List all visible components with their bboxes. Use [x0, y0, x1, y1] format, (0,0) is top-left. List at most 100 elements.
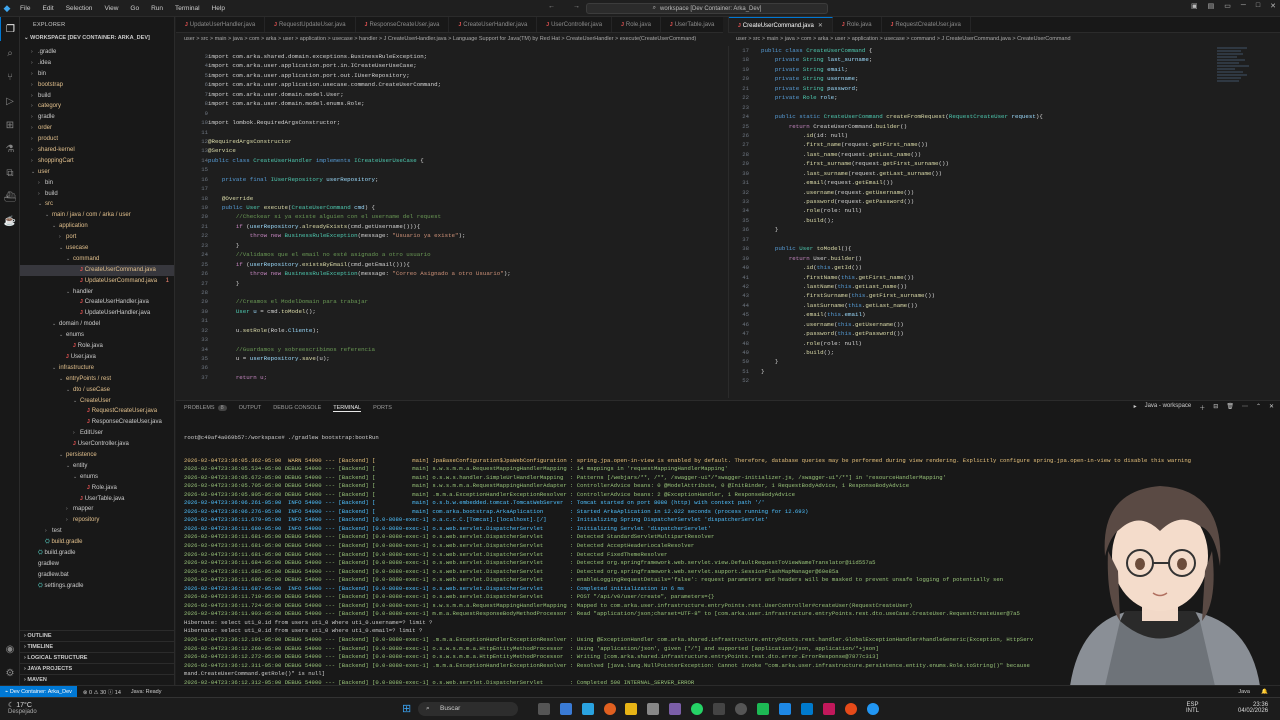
file-tree-item[interactable]: ⌄ application	[20, 221, 174, 232]
whatsapp-icon[interactable]	[691, 703, 703, 715]
left-editor[interactable]: 3 4 5 6 7 8 9 10 11 12 13 14 15 16 17 18 19 20 21 22 23 24 25 2…	[176, 46, 723, 398]
file-tree-item[interactable]: gradlew.bat	[20, 570, 174, 581]
file-tree-item[interactable]: ⌄ enums	[20, 330, 174, 341]
file-tree-item[interactable]: ⌄ dto / useCase	[20, 385, 174, 396]
close-tab-icon[interactable]: ✕	[818, 23, 823, 29]
weather-widget[interactable]: ☾ 17°C Despejado	[8, 701, 37, 715]
file-tree-item[interactable]: ⌄ usecase	[20, 243, 174, 254]
file-tree-item[interactable]: J ResponseCreateUser.java	[20, 417, 174, 428]
sidebar-section-header[interactable]: › OUTLINE	[20, 630, 174, 641]
editor-tab[interactable]: J UserController.java	[537, 17, 613, 32]
sidebar-section-header[interactable]: › JAVA PROJECTS	[20, 663, 174, 674]
menu-item-edit[interactable]: Edit	[36, 5, 59, 12]
file-tree-item[interactable]: ⌄ persistence	[20, 450, 174, 461]
sidebar-section-header[interactable]: › LOGICAL STRUCTURE	[20, 652, 174, 663]
run-debug-icon[interactable]: ▷	[0, 89, 20, 113]
sidebar-toggle-icon[interactable]: ▤	[1208, 2, 1215, 10]
more-actions-icon[interactable]: ⋯	[1242, 403, 1248, 412]
editor-tab[interactable]: J Role.java	[612, 17, 661, 32]
maximize-button[interactable]: □	[1256, 2, 1260, 10]
extensions-icon[interactable]: ⊞	[0, 113, 20, 137]
sidebar-section-header[interactable]: › MAVEN	[20, 674, 174, 685]
menu-item-selection[interactable]: Selection	[60, 5, 99, 12]
editor-tab[interactable]: J CreateUserCommand.java ✕	[729, 17, 833, 32]
menu-item-file[interactable]: File	[14, 5, 36, 12]
taskbar-search[interactable]: ⌕ Buscar	[418, 702, 518, 716]
file-tree-item[interactable]: J UpdateUserCommand.java 1	[20, 276, 174, 287]
file-tree-item[interactable]: ⌄ handler	[20, 287, 174, 298]
windows-start-icon[interactable]: ⊞	[402, 703, 414, 715]
file-tree-item[interactable]: J Role.java	[20, 483, 174, 494]
split-terminal-icon[interactable]: ⊟	[1213, 403, 1218, 412]
file-tree-item[interactable]: J UserTable.java	[20, 494, 174, 505]
file-tree-item[interactable]: J RequestCreateUser.java	[20, 406, 174, 417]
app-icon-1[interactable]	[560, 703, 572, 715]
store-icon[interactable]	[647, 703, 659, 715]
file-tree-item[interactable]: › gradle	[20, 112, 174, 123]
testing-icon[interactable]: ⚗	[0, 137, 20, 161]
file-tree-item[interactable]: › bin	[20, 69, 174, 80]
file-tree-item[interactable]: › order	[20, 123, 174, 134]
firefox-icon[interactable]	[604, 703, 616, 715]
file-tree-item[interactable]: ⛭ settings.gradle	[20, 581, 174, 592]
file-tree-item[interactable]: › .gradle	[20, 47, 174, 58]
close-panel-icon[interactable]: ✕	[1269, 403, 1274, 412]
terminal-app-icon[interactable]	[713, 703, 725, 715]
right-editor[interactable]: 17 18 19 20 21 22 23 24 25 26 27 28 29 30 31 32 33 34 35 36…	[728, 46, 1280, 398]
edge-icon[interactable]	[582, 703, 594, 715]
menu-item-view[interactable]: View	[98, 5, 124, 12]
editor-tab[interactable]: J UserTable.java	[661, 17, 723, 32]
java-status[interactable]: Java: Ready	[131, 689, 162, 695]
remote-explorer-icon[interactable]: ⧉	[0, 161, 20, 185]
explorer-icon[interactable]: ❐	[0, 17, 20, 41]
panel-tab-debug-console[interactable]: DEBUG CONSOLE	[273, 405, 321, 411]
remote-indicator[interactable]: ⌁ Dev Container: Arka_Dev	[0, 685, 77, 698]
file-tree-item[interactable]: ⌄ main / java / com / arka / user	[20, 210, 174, 221]
menu-item-help[interactable]: Help	[206, 5, 231, 12]
file-tree-item[interactable]: J CreateUserCommand.java	[20, 264, 174, 276]
file-tree-item[interactable]: ⌄ enums	[20, 472, 174, 483]
source-control-icon[interactable]: ⑂	[0, 65, 20, 89]
notifications-icon[interactable]: 🔔	[1261, 689, 1268, 695]
file-tree-item[interactable]: › bootstrap	[20, 80, 174, 91]
language-mode[interactable]: Java	[1238, 689, 1250, 695]
panel-tab-output[interactable]: OUTPUT	[239, 405, 262, 411]
workspace-header[interactable]: ⌄ WORKSPACE [DEV CONTAINER: ARKA_DEV]	[20, 33, 174, 44]
file-tree-item[interactable]: ⛭ build.gradle	[20, 548, 174, 559]
app-icon-8[interactable]	[867, 703, 879, 715]
settings-gear-icon[interactable]: ⚙	[0, 661, 20, 685]
menu-item-go[interactable]: Go	[124, 5, 145, 12]
file-tree-item[interactable]: › product	[20, 134, 174, 145]
command-center[interactable]: ⌕ workspace [Dev Container: Arka_Dev]	[586, 3, 828, 14]
file-tree-item[interactable]: › category	[20, 101, 174, 112]
problems-status[interactable]: ⊗ 0 ⚠ 30 ⓘ 14	[83, 688, 121, 696]
terminal-name[interactable]: Java - workspace	[1145, 403, 1192, 412]
maximize-panel-icon[interactable]: ⌃	[1256, 403, 1261, 412]
panel-tab-terminal[interactable]: TERMINAL	[333, 405, 362, 412]
close-button[interactable]: ✕	[1270, 2, 1276, 10]
file-tree-item[interactable]: › build	[20, 189, 174, 200]
add-terminal-icon[interactable]: ＋	[1199, 403, 1205, 412]
account-icon[interactable]: ◉	[0, 637, 20, 661]
menu-item-terminal[interactable]: Terminal	[169, 5, 206, 12]
file-tree-item[interactable]: › build	[20, 91, 174, 102]
app-icon-4[interactable]	[757, 703, 769, 715]
file-tree-item[interactable]: › repository	[20, 515, 174, 526]
kill-terminal-icon[interactable]: 🗑	[1226, 403, 1234, 412]
editor-tab[interactable]: J CreateUserHandler.java	[449, 17, 538, 32]
java-projects-icon[interactable]: ☕	[0, 209, 20, 233]
file-tree-item[interactable]: ⌄ infrastructure	[20, 363, 174, 374]
task-view-icon[interactable]	[538, 703, 550, 715]
file-tree-item[interactable]: J UpdateUserHandler.java	[20, 308, 174, 319]
file-tree-item[interactable]: › test	[20, 526, 174, 537]
file-tree-item[interactable]: ⌄ entity	[20, 461, 174, 472]
search-icon[interactable]: ⌕	[0, 41, 20, 65]
docker-icon[interactable]: ⛴	[0, 185, 20, 209]
sidebar-section-header[interactable]: › TIMELINE	[20, 641, 174, 652]
clock[interactable]: 23:36 04/02/2026	[1238, 702, 1268, 714]
editor-tab[interactable]: J Role.java	[833, 17, 882, 32]
file-tree-item[interactable]: ⌄ command	[20, 254, 174, 265]
file-tree-item[interactable]: ⌄ entryPoints / rest	[20, 374, 174, 385]
minimize-button[interactable]: ─	[1241, 2, 1246, 10]
menu-item-run[interactable]: Run	[145, 5, 169, 12]
